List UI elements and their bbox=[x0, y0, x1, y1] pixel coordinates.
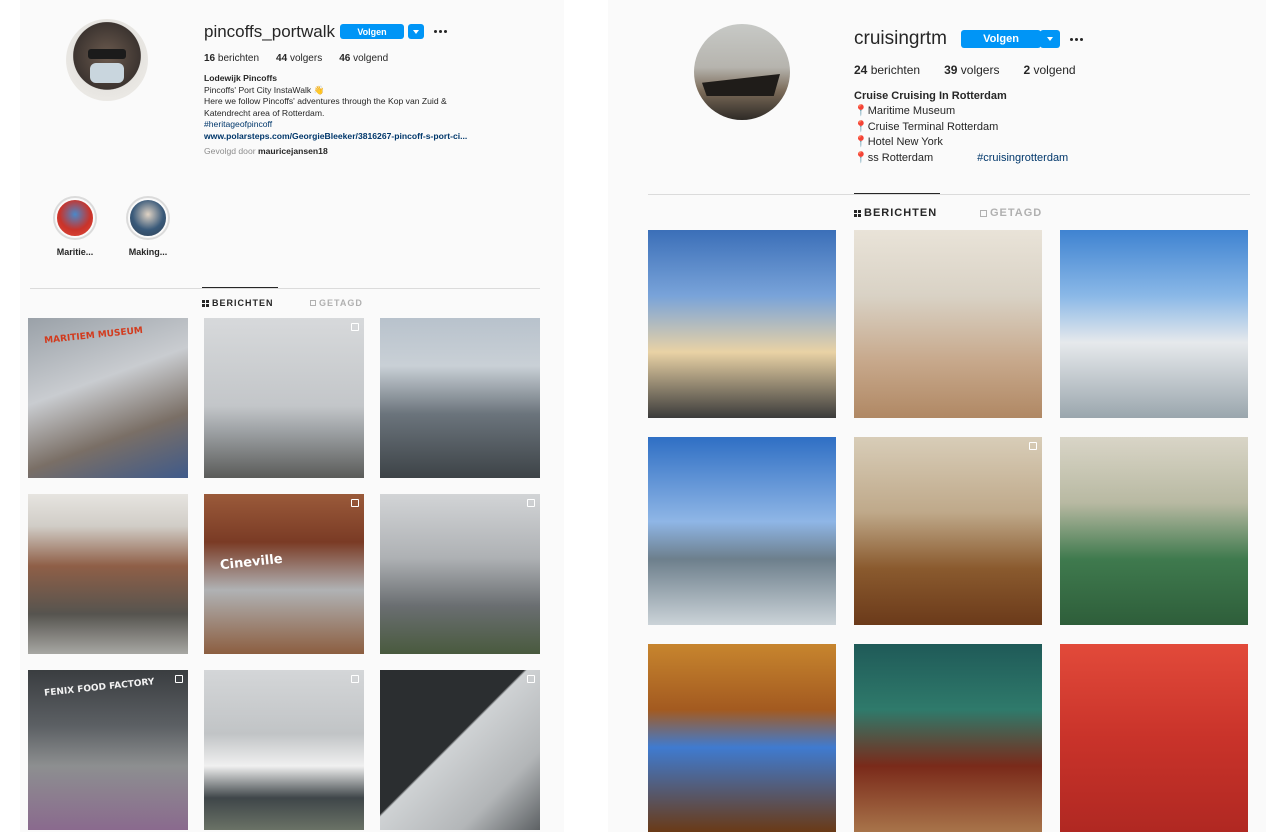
tag-icon bbox=[980, 209, 987, 217]
avatar[interactable] bbox=[66, 19, 148, 101]
posts-count[interactable]: 24 berichten bbox=[854, 63, 920, 77]
bio-line: Here we follow Pincoffs' adventures thro… bbox=[204, 96, 447, 107]
highlight-label: Making... bbox=[128, 247, 168, 257]
carousel-icon bbox=[351, 675, 359, 683]
post-phone-red-carpet[interactable] bbox=[1060, 644, 1248, 832]
post-deck-promenade[interactable] bbox=[854, 230, 1042, 418]
carousel-icon bbox=[1029, 442, 1037, 450]
more-options-icon[interactable] bbox=[434, 30, 447, 33]
bio-line: 📍ss Rotterdam #cruisingrotterdam bbox=[854, 151, 1069, 164]
more-options-icon[interactable] bbox=[1070, 38, 1083, 41]
active-tab-indicator bbox=[854, 193, 940, 194]
suggestions-dropdown-button[interactable] bbox=[1040, 30, 1060, 48]
post-grain-silo[interactable] bbox=[380, 670, 540, 830]
full-name: Cruise Cruising In Rotterdam bbox=[854, 90, 1007, 102]
carousel-icon bbox=[527, 499, 535, 507]
bio-line: 📍Hotel New York bbox=[854, 136, 943, 149]
pin-icon: 📍 bbox=[854, 136, 868, 149]
highlight-label: Maritie... bbox=[56, 247, 94, 257]
post-captain-cabin[interactable] bbox=[854, 437, 1042, 625]
bio: Cruise Cruising In Rotterdam 📍Maritime M… bbox=[854, 89, 1068, 166]
profile-cruisingrtm: cruisingrtm Volgen 24 berichten 39 volge… bbox=[608, 0, 1266, 832]
bio: Lodewijk Pincoffs Pincoffs' Port City In… bbox=[204, 73, 467, 157]
carousel-icon bbox=[527, 675, 535, 683]
post-lifeboat[interactable] bbox=[1060, 230, 1248, 418]
sign-text: MARITIEM MUSEUM bbox=[43, 325, 144, 346]
following-count[interactable]: 46 volgend bbox=[339, 53, 388, 64]
follow-button[interactable]: Volgen bbox=[340, 24, 404, 39]
ship-silhouette bbox=[702, 74, 780, 96]
post-fenix-food-factory[interactable]: FENIX FOOD FACTORY bbox=[28, 670, 188, 830]
post-ss-rotterdam[interactable] bbox=[204, 670, 364, 830]
highlight-maritiem[interactable]: Maritie... bbox=[45, 196, 105, 257]
follow-button[interactable]: Volgen bbox=[961, 30, 1041, 48]
sign-text: FENIX FOOD FACTORY bbox=[43, 677, 155, 699]
sign-text: Cineville bbox=[219, 551, 284, 574]
bio-line: 📍Cruise Terminal Rotterdam bbox=[854, 120, 999, 133]
mask-shape bbox=[90, 63, 124, 83]
post-erasmus-bridge[interactable] bbox=[204, 318, 364, 478]
chevron-down-icon bbox=[1047, 37, 1053, 41]
post-waterfront[interactable] bbox=[28, 494, 188, 654]
tab-posts[interactable]: BERICHTEN bbox=[854, 207, 937, 219]
carousel-icon bbox=[351, 323, 359, 331]
followed-by-user[interactable]: mauricejansen18 bbox=[258, 146, 328, 156]
pin-icon: 📍 bbox=[854, 151, 868, 164]
post-de-rotterdam[interactable] bbox=[380, 318, 540, 478]
followed-by: Gevolgd door mauricejansen18 bbox=[204, 145, 328, 156]
post-bridge-controls[interactable] bbox=[1060, 437, 1248, 625]
chevron-down-icon bbox=[413, 29, 419, 34]
tab-tagged[interactable]: GETAGD bbox=[310, 298, 363, 308]
tabs-divider bbox=[30, 288, 540, 289]
username: pincoffs_portwalk bbox=[204, 22, 336, 41]
following-count[interactable]: 2 volgend bbox=[1023, 63, 1075, 77]
profile-stats: 16 berichten 44 volgers 46 volgend bbox=[204, 53, 388, 64]
bio-line: 📍Maritime Museum bbox=[854, 105, 956, 118]
active-tab-indicator bbox=[202, 287, 278, 288]
posts-count[interactable]: 16 berichten bbox=[204, 53, 259, 64]
pin-icon: 📍 bbox=[854, 105, 868, 118]
pin-icon: 📍 bbox=[854, 120, 868, 133]
grid-icon bbox=[202, 299, 209, 307]
tabs-divider bbox=[648, 194, 1250, 195]
post-towers[interactable] bbox=[380, 494, 540, 654]
post-cineville[interactable]: Cineville bbox=[204, 494, 364, 654]
post-bar[interactable] bbox=[854, 644, 1042, 832]
bio-hashtag[interactable]: #cruisingrotterdam bbox=[977, 152, 1068, 164]
profile-pincoffs-portwalk: pincoffs_portwalk Volgen 16 berichten 44… bbox=[20, 0, 564, 832]
avatar[interactable] bbox=[694, 24, 790, 120]
post-harbor-view[interactable] bbox=[648, 437, 836, 625]
tag-icon bbox=[310, 300, 316, 306]
tab-posts[interactable]: BERICHTEN bbox=[202, 298, 274, 308]
bio-line: Katendrecht area of Rotterdam. bbox=[204, 107, 325, 118]
carousel-icon bbox=[175, 675, 183, 683]
post-dutch-flag[interactable] bbox=[648, 230, 836, 418]
glasses-shape bbox=[88, 49, 126, 59]
tab-tagged[interactable]: GETAGD bbox=[980, 207, 1042, 219]
full-name: Lodewijk Pincoffs bbox=[204, 73, 278, 83]
suggestions-dropdown-button[interactable] bbox=[408, 24, 424, 39]
post-maritiem-museum[interactable]: MARITIEM MUSEUM bbox=[28, 318, 188, 478]
carousel-icon bbox=[351, 499, 359, 507]
profile-stats: 24 berichten 39 volgers 2 volgend bbox=[854, 63, 1076, 77]
followers-count[interactable]: 39 volgers bbox=[944, 63, 999, 77]
bio-link[interactable]: www.polarsteps.com/GeorgieBleeker/381626… bbox=[204, 131, 467, 143]
bio-hashtag[interactable]: #heritageofpincoff bbox=[204, 119, 467, 131]
followers-count[interactable]: 44 volgers bbox=[276, 53, 322, 64]
username: cruisingrtm bbox=[854, 28, 947, 49]
highlight-making[interactable]: Making... bbox=[118, 196, 178, 257]
grid-icon bbox=[854, 209, 861, 217]
post-lounge[interactable] bbox=[648, 644, 836, 832]
bio-line: Pincoffs' Port City InstaWalk 👋 bbox=[204, 84, 325, 95]
